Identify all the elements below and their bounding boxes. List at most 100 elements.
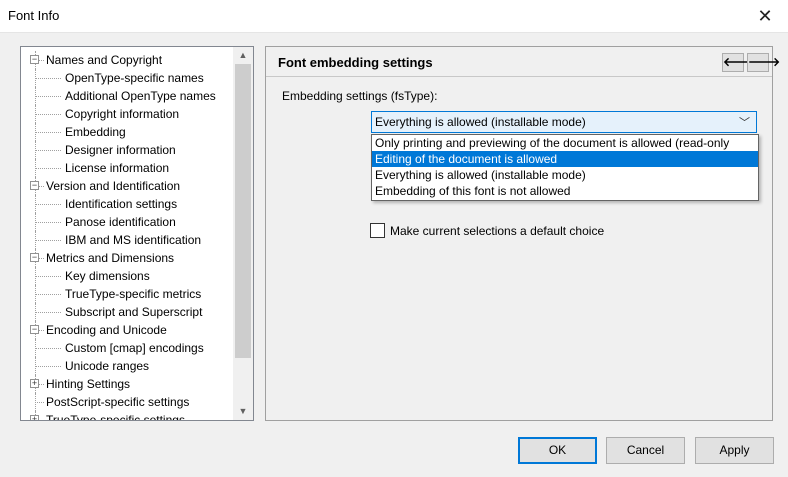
tree-item-label: TrueType-specific settings	[46, 413, 185, 421]
tree-item-label: Panose identification	[65, 215, 176, 229]
panel-title: Font embedding settings	[278, 55, 433, 70]
dropdown-option[interactable]: Only printing and previewing of the docu…	[372, 135, 758, 151]
dropdown-option[interactable]: Editing of the document is allowed	[372, 151, 758, 167]
tree-connector	[35, 285, 36, 303]
collapse-icon[interactable]: −	[30, 181, 39, 190]
tree-connector	[35, 240, 61, 241]
tree-connector	[35, 78, 61, 79]
expand-icon[interactable]: +	[30, 415, 39, 420]
tree-group-item[interactable]: − Version and Identification	[21, 177, 233, 195]
tree-child-item[interactable]: TrueType-specific metrics	[21, 285, 233, 303]
tree-connector	[35, 294, 61, 295]
tree-child-item[interactable]: License information	[21, 159, 233, 177]
tree-item-label: OpenType-specific names	[65, 71, 204, 85]
dropdown-option[interactable]: Embedding of this font is not allowed	[372, 183, 758, 199]
tree-connector	[35, 357, 36, 375]
tree-item-label: Key dimensions	[65, 269, 150, 283]
tree-group-item[interactable]: − Metrics and Dimensions	[21, 249, 233, 267]
tree-child-item[interactable]: Custom [cmap] encodings	[21, 339, 233, 357]
panel-header: Font embedding settings 🡐 🡒	[266, 47, 780, 77]
tree-item-label: Custom [cmap] encodings	[65, 341, 204, 355]
tree-item-label: IBM and MS identification	[65, 233, 202, 247]
tree-connector	[35, 195, 36, 213]
tree-connector	[35, 402, 44, 403]
tree-child-item[interactable]: Identification settings	[21, 195, 233, 213]
scroll-down-icon[interactable]: ▼	[233, 403, 253, 420]
tree-child-item[interactable]: Embedding	[21, 123, 233, 141]
close-icon[interactable]: ✕	[742, 0, 788, 33]
tree-connector	[35, 150, 61, 151]
next-page-button[interactable]: 🡒	[747, 53, 780, 72]
tree-group-item[interactable]: − Names and Copyright	[21, 51, 233, 69]
tree-connector	[35, 348, 61, 349]
arrow-right-icon: 🡒	[748, 55, 781, 69]
tree-connector	[35, 213, 36, 231]
tree-group-item[interactable]: − Encoding and Unicode	[21, 321, 233, 339]
ok-button[interactable]: OK	[518, 437, 597, 464]
cancel-button[interactable]: Cancel	[606, 437, 685, 464]
embedding-dropdown-list[interactable]: Only printing and previewing of the docu…	[371, 134, 759, 201]
tree-item-label: Embedding	[65, 125, 126, 139]
tree-item-label: License information	[65, 161, 170, 175]
tree-connector	[35, 123, 36, 141]
tree-connector	[35, 276, 61, 277]
category-tree[interactable]: − Names and Copyright OpenType-specific na…	[20, 46, 254, 421]
tree-connector	[35, 231, 36, 249]
tree-item-label: Subscript and Superscript	[65, 305, 203, 319]
tree-item-label: Encoding and Unicode	[46, 323, 167, 337]
tree-connector	[35, 105, 36, 123]
scroll-up-icon[interactable]: ▲	[233, 47, 253, 64]
tree-connector	[35, 69, 36, 87]
tree-group-item[interactable]: PostScript-specific settings	[21, 393, 233, 411]
tree-group-item[interactable]: + TrueType-specific settings	[21, 411, 233, 421]
tree-child-item[interactable]: Panose identification	[21, 213, 233, 231]
tree-connector	[35, 339, 36, 357]
collapse-icon[interactable]: −	[30, 325, 39, 334]
collapse-icon[interactable]: −	[30, 55, 39, 64]
chevron-down-icon[interactable]: ﹀	[739, 114, 750, 130]
tree-item-label: Hinting Settings	[46, 377, 131, 391]
tree-child-item[interactable]: Additional OpenType names	[21, 87, 233, 105]
default-choice-checkbox[interactable]	[370, 223, 385, 238]
tree-connector	[35, 132, 61, 133]
tree-connector	[35, 159, 36, 177]
title-bar: Font Info ✕	[0, 0, 788, 33]
tree-child-item[interactable]: Designer information	[21, 141, 233, 159]
tree-child-item[interactable]: OpenType-specific names	[21, 69, 233, 87]
embedding-combobox[interactable]: Everything is allowed (installable mode)…	[371, 111, 757, 133]
tree-connector	[35, 114, 61, 115]
embedding-settings-label: Embedding settings (fsType):	[282, 89, 438, 103]
expand-icon[interactable]: +	[30, 379, 39, 388]
combobox-value: Everything is allowed (installable mode)	[375, 115, 586, 129]
tree-connector	[35, 312, 61, 313]
tree-item-label: Designer information	[65, 143, 176, 157]
previous-page-button[interactable]: 🡐	[722, 53, 755, 72]
scroll-thumb[interactable]	[235, 64, 251, 358]
settings-panel: Font embedding settings 🡐 🡒 Embedding se…	[265, 46, 780, 421]
tree-connector	[35, 96, 61, 97]
tree-connector	[35, 141, 36, 159]
apply-button[interactable]: Apply	[695, 437, 774, 464]
tree-item-label: Names and Copyright	[46, 53, 163, 67]
tree-child-item[interactable]: Unicode ranges	[21, 357, 233, 375]
tree-child-item[interactable]: Key dimensions	[21, 267, 233, 285]
dropdown-option[interactable]: Everything is allowed (installable mode)	[372, 167, 758, 183]
tree-connector	[35, 222, 61, 223]
window-title: Font Info	[8, 8, 60, 23]
tree-connector	[35, 366, 61, 367]
tree-item-label: Version and Identification	[46, 179, 181, 193]
tree-item-label: PostScript-specific settings	[46, 395, 190, 409]
tree-child-item[interactable]: IBM and MS identification	[21, 231, 233, 249]
tree-connector	[35, 267, 36, 285]
tree-connector	[35, 168, 61, 169]
tree-scrollbar[interactable]: ▲ ▼	[233, 47, 253, 420]
tree-item-label: Unicode ranges	[65, 359, 150, 373]
collapse-icon[interactable]: −	[30, 253, 39, 262]
tree-child-item[interactable]: Subscript and Superscript	[21, 303, 233, 321]
tree-items: − Names and Copyright OpenType-specific na…	[21, 51, 233, 421]
tree-connector	[35, 303, 36, 321]
tree-group-item[interactable]: + Hinting Settings	[21, 375, 233, 393]
tree-child-item[interactable]: Copyright information	[21, 105, 233, 123]
tree-item-label: TrueType-specific metrics	[65, 287, 202, 301]
default-choice-label[interactable]: Make current selections a default choice	[390, 224, 604, 238]
